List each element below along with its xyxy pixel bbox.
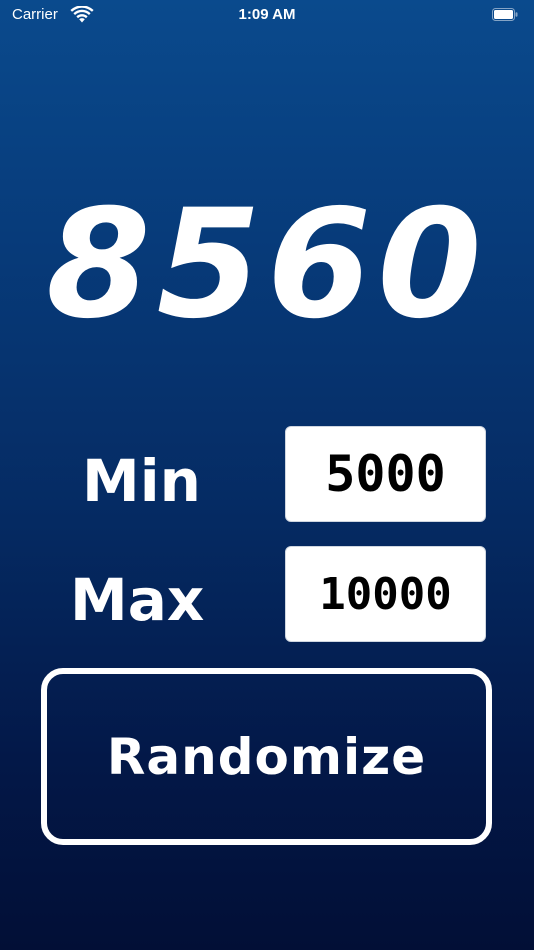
- max-label: Max: [70, 566, 205, 634]
- min-label: Min: [82, 447, 201, 515]
- random-number-display: 8560: [46, 178, 488, 352]
- battery-icon: [492, 8, 518, 21]
- min-field[interactable]: 5000: [285, 426, 486, 522]
- app-screen: Carrier 1:09 AM 8560 Min 5000 Max 10000 …: [0, 0, 534, 950]
- randomize-button-label: Randomize: [106, 727, 427, 786]
- max-value[interactable]: 10000: [286, 547, 485, 641]
- status-time: 1:09 AM: [238, 6, 296, 23]
- max-field[interactable]: 10000: [285, 546, 486, 642]
- min-value[interactable]: 5000: [286, 427, 485, 521]
- randomize-button[interactable]: Randomize: [41, 668, 492, 845]
- status-bar: Carrier 1:09 AM: [0, 0, 534, 32]
